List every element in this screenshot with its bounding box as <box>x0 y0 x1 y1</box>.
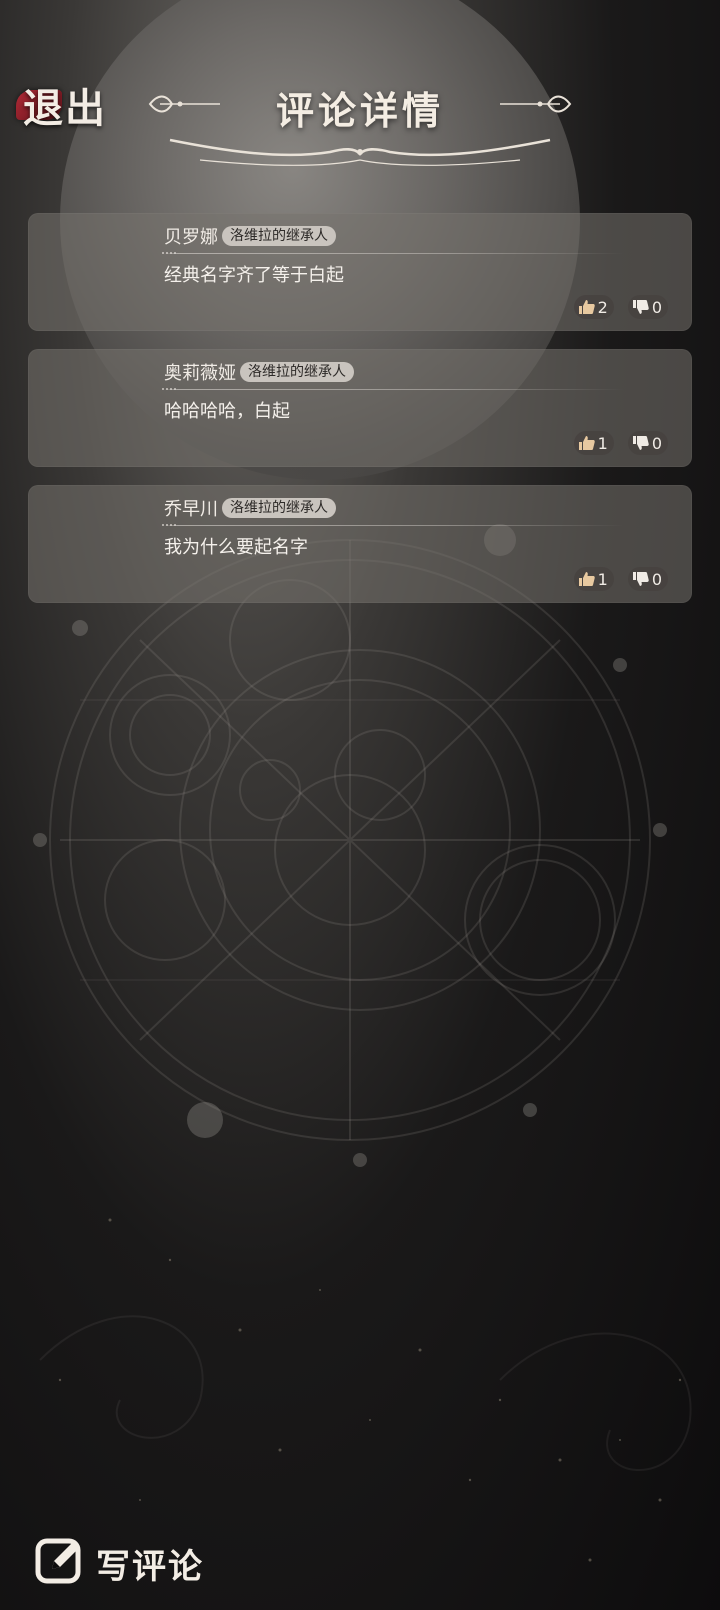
comment-divider <box>162 524 624 526</box>
comment-header: 奥莉薇娅 洛维拉的继承人 <box>164 359 354 385</box>
write-comment-button[interactable]: 写评论 <box>34 1535 204 1591</box>
page-title: 评论详情 <box>275 88 444 133</box>
vote-row: 1 0 <box>573 431 668 455</box>
vote-row: 1 0 <box>573 567 668 591</box>
comment-text: 经典名字齐了等于白起 <box>164 265 344 286</box>
comment-text: 我为什么要起名字 <box>164 537 308 558</box>
dislike-count: 0 <box>651 297 662 317</box>
write-comment-label: 写评论 <box>96 1546 204 1587</box>
comment-username[interactable]: 奥莉薇娅 <box>164 359 236 385</box>
like-count: 2 <box>597 297 608 317</box>
like-count: 1 <box>597 569 608 589</box>
thumbs-up-icon <box>578 299 596 315</box>
like-button[interactable]: 2 <box>573 295 614 319</box>
comment-header: 乔早川 洛维拉的继承人 <box>164 495 336 521</box>
dislike-count: 0 <box>651 433 662 453</box>
thumbs-down-icon <box>632 299 650 315</box>
like-count: 1 <box>597 433 608 453</box>
dislike-button[interactable]: 0 <box>627 431 668 455</box>
thumbs-up-icon <box>578 571 596 587</box>
header: 退出 评论详情 <box>0 0 720 180</box>
comment-divider <box>162 252 624 254</box>
comment-detail-screen: 退出 评论详情 贝罗娜 洛维拉的继承人 经典名字齐了等于白起 2 0 奥莉薇娅 … <box>0 0 720 1610</box>
like-button[interactable]: 1 <box>573 567 614 591</box>
dislike-button[interactable]: 0 <box>627 295 668 319</box>
comment-divider <box>162 388 624 390</box>
thumbs-down-icon <box>632 571 650 587</box>
like-button[interactable]: 1 <box>573 431 614 455</box>
comment-list: 贝罗娜 洛维拉的继承人 经典名字齐了等于白起 2 0 奥莉薇娅 洛维拉的继承人 … <box>28 213 692 621</box>
thumbs-down-icon <box>632 435 650 451</box>
dislike-count: 0 <box>651 569 662 589</box>
user-title-tag: 洛维拉的继承人 <box>240 362 354 382</box>
dislike-button[interactable]: 0 <box>627 567 668 591</box>
comment-card: 贝罗娜 洛维拉的继承人 经典名字齐了等于白起 2 0 <box>28 213 692 331</box>
comment-username[interactable]: 贝罗娜 <box>164 223 218 249</box>
edit-icon <box>34 1535 86 1591</box>
comment-card: 奥莉薇娅 洛维拉的继承人 哈哈哈哈，白起 1 0 <box>28 349 692 467</box>
user-title-tag: 洛维拉的继承人 <box>222 498 336 518</box>
thumbs-up-icon <box>578 435 596 451</box>
user-title-tag: 洛维拉的继承人 <box>222 226 336 246</box>
comment-text: 哈哈哈哈，白起 <box>164 401 290 422</box>
comment-username[interactable]: 乔早川 <box>164 495 218 521</box>
vote-row: 2 0 <box>573 295 668 319</box>
comment-card: 乔早川 洛维拉的继承人 我为什么要起名字 1 0 <box>28 485 692 603</box>
comment-header: 贝罗娜 洛维拉的继承人 <box>164 223 336 249</box>
